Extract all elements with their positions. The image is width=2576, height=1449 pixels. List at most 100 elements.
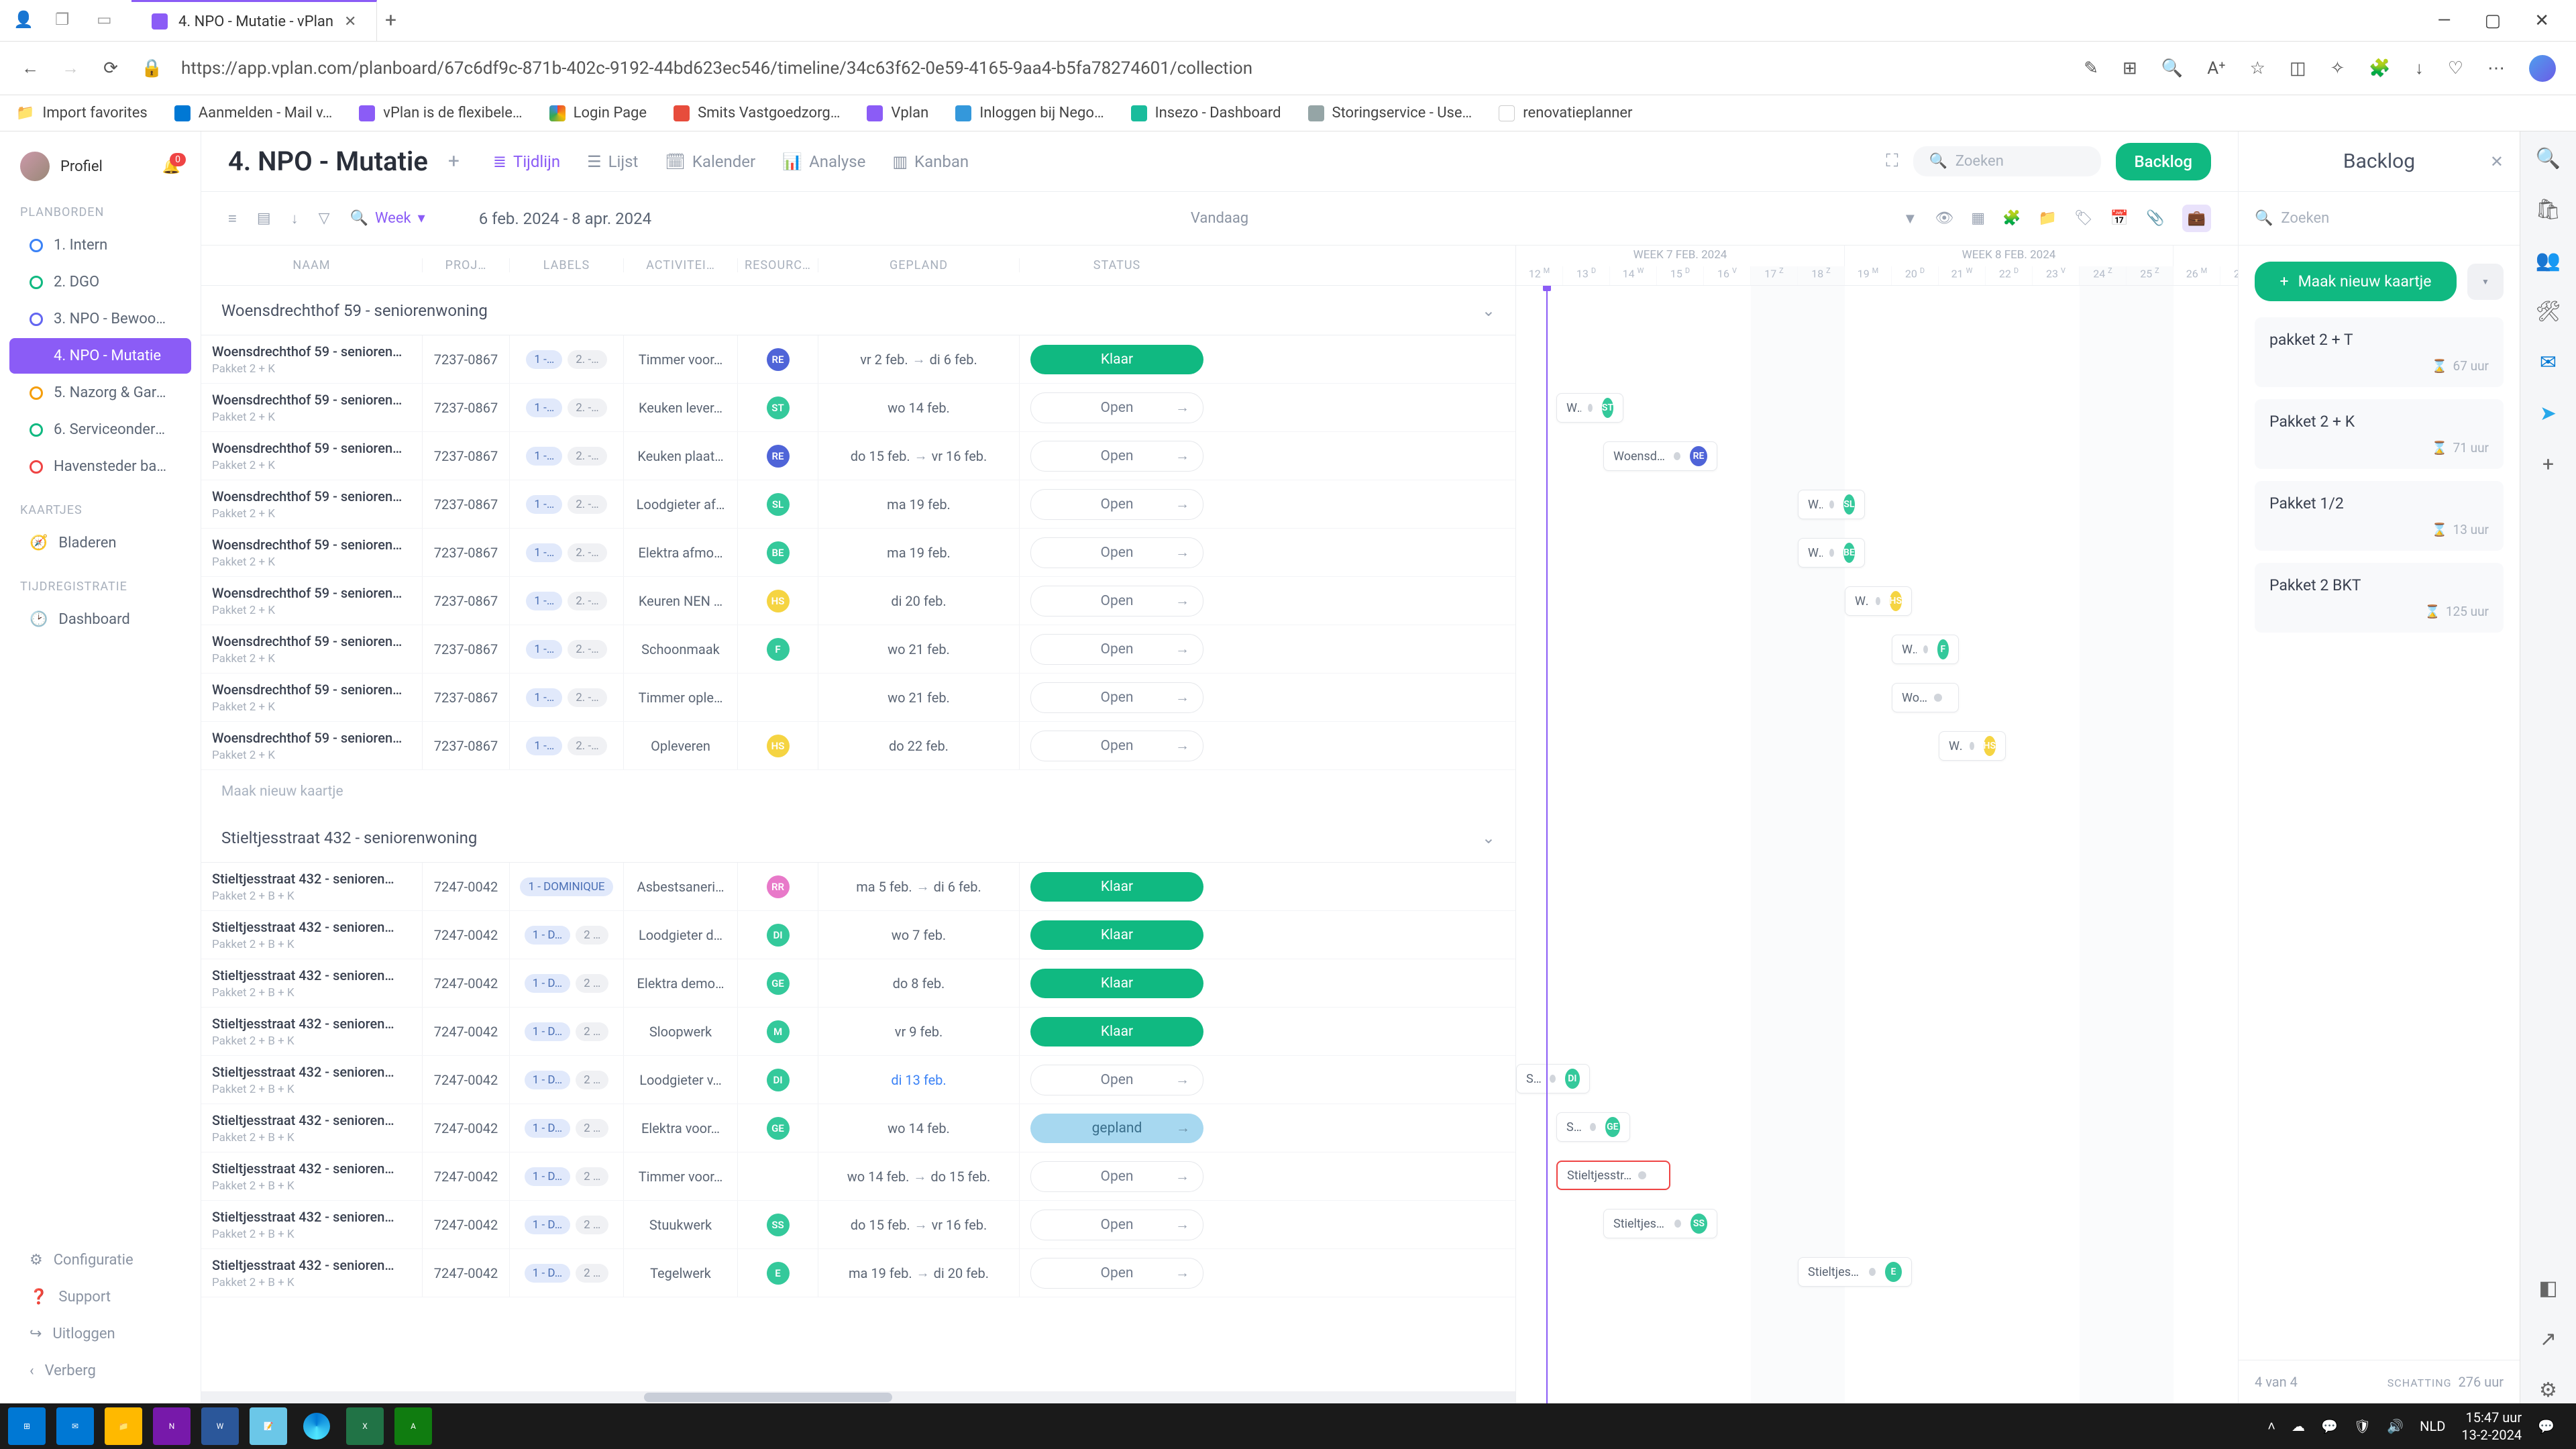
label-pill[interactable]: 1 -…: [526, 447, 562, 466]
timeline-row[interactable]: [1516, 958, 2238, 1006]
status-open[interactable]: Open→: [1030, 682, 1203, 713]
card-row[interactable]: Woensdrechthof 59 - senioren…Pakket 2 + …: [201, 335, 1515, 384]
card-row[interactable]: Stieltjesstraat 432 - senioren…Pakket 2 …: [201, 1056, 1515, 1104]
sidebar-item-support[interactable]: ❓Support: [9, 1279, 191, 1315]
view-lijst[interactable]: ☰Lijst: [587, 152, 638, 171]
browser-tab[interactable]: 4. NPO - Mutatie - vPlan ✕: [131, 0, 377, 41]
timeline-row[interactable]: [1516, 910, 2238, 958]
tray-expand[interactable]: ˄: [2267, 1418, 2275, 1435]
timeline-card[interactable]: Stieltjesstr…: [1556, 1161, 1670, 1190]
layers-icon[interactable]: ▤: [257, 210, 271, 227]
explorer-app[interactable]: 📁: [105, 1407, 142, 1445]
resource-avatar[interactable]: HS: [1984, 736, 1996, 756]
resource-avatar[interactable]: ST: [767, 396, 790, 419]
label-pill[interactable]: 1 -…: [526, 495, 562, 514]
new-card-link[interactable]: Maak nieuw kaartje: [201, 770, 1515, 813]
timeline-card[interactable]: Wo…F: [1892, 635, 1959, 664]
sidebar-item-bladeren[interactable]: 🧭Bladeren: [9, 525, 191, 561]
sidebar-board-item[interactable]: Havensteder basis…: [9, 449, 191, 484]
date-range[interactable]: 6 feb. 2024 - 8 apr. 2024: [479, 209, 651, 228]
maximize-button[interactable]: ▢: [2485, 11, 2502, 31]
status-open[interactable]: Open→: [1030, 634, 1203, 665]
minimize-button[interactable]: —: [2437, 11, 2451, 31]
eye-icon[interactable]: 👁: [1935, 210, 1953, 227]
extensions-icon[interactable]: 🧩: [2369, 58, 2390, 78]
word-app[interactable]: W: [201, 1407, 239, 1445]
status-open[interactable]: Open→: [1030, 1161, 1203, 1192]
panel-icon[interactable]: ▭: [97, 10, 118, 32]
calendar-icon[interactable]: 📅: [2110, 210, 2129, 227]
label-pill[interactable]: 1 -…: [526, 640, 562, 659]
label-pill[interactable]: 2 …: [576, 1264, 608, 1283]
workspaces-icon[interactable]: ❐: [55, 10, 76, 32]
status-klaar[interactable]: Klaar: [1030, 920, 1203, 950]
resource-avatar[interactable]: E: [1885, 1262, 1902, 1282]
resource-avatar[interactable]: DI: [767, 1069, 790, 1091]
timeline-card[interactable]: Woensdre…RE: [1603, 441, 1717, 471]
label-pill[interactable]: 2. -…: [568, 688, 606, 707]
timeline-row[interactable]: Wo…BE: [1516, 529, 2238, 577]
resource-avatar[interactable]: M: [767, 1020, 790, 1043]
backlog-card[interactable]: Pakket 2 + K⌛71 uur: [2255, 399, 2504, 469]
add-view-button[interactable]: +: [448, 150, 460, 173]
label-pill[interactable]: 2 …: [576, 1216, 608, 1234]
close-window-button[interactable]: ✕: [2534, 11, 2549, 31]
label-pill[interactable]: 1 -…: [526, 688, 562, 707]
list-toggle-icon[interactable]: ≡: [228, 210, 237, 227]
label-pill[interactable]: 2. -…: [568, 543, 606, 562]
view-tijdlijn[interactable]: ≣Tijdlijn: [493, 152, 560, 171]
settings-icon[interactable]: ⚙: [2535, 1377, 2562, 1403]
label-pill[interactable]: 2 …: [576, 1071, 608, 1089]
card-row[interactable]: Stieltjesstraat 432 - senioren…Pakket 2 …: [201, 1249, 1515, 1297]
label-pill[interactable]: 2 …: [576, 1119, 608, 1138]
timeline-card[interactable]: Sti…DI: [1516, 1064, 1590, 1093]
timeline-row[interactable]: Sti…DI: [1516, 1055, 2238, 1103]
sidebar-item-dashboard[interactable]: 🕑Dashboard: [9, 602, 191, 637]
filter-icon[interactable]: ▽: [319, 210, 330, 227]
resource-avatar[interactable]: GE: [767, 972, 790, 995]
label-pill[interactable]: 1 -…: [526, 398, 562, 417]
label-pill[interactable]: 2 …: [576, 1167, 608, 1186]
label-pill[interactable]: 2. -…: [568, 737, 606, 755]
outlook-icon[interactable]: ✉: [2535, 349, 2562, 376]
site-info-icon[interactable]: 🔒: [141, 58, 161, 78]
sidebar-board-item[interactable]: 2. DGO: [9, 264, 191, 300]
group-header[interactable]: Woensdrechthof 59 - seniorenwoning⌄: [201, 286, 1515, 335]
notes-app[interactable]: 📝: [250, 1407, 287, 1445]
timeline-card[interactable]: Wo…HS: [1939, 731, 2006, 761]
backlog-filter-button[interactable]: ▼: [2467, 264, 2504, 300]
view-kanban[interactable]: ▥Kanban: [892, 152, 969, 171]
timeline-row[interactable]: [1516, 1006, 2238, 1055]
resource-avatar[interactable]: GE: [767, 1117, 790, 1140]
label-pill[interactable]: 2. -…: [568, 350, 606, 369]
card-row[interactable]: Stieltjesstraat 432 - senioren…Pakket 2 …: [201, 1201, 1515, 1249]
label-pill[interactable]: 1 - D…: [525, 974, 570, 993]
status-open[interactable]: Open→: [1030, 731, 1203, 761]
label-pill[interactable]: 1 - D…: [525, 1071, 570, 1089]
menu-icon[interactable]: ⋯: [2487, 58, 2505, 78]
timeline-row[interactable]: Wo…HS: [1516, 722, 2238, 770]
timeline-card[interactable]: Wo…SL: [1798, 490, 1865, 519]
status-open[interactable]: Open→: [1030, 392, 1203, 423]
taskbar-clock[interactable]: 15:47 uur 13-2-2024: [2461, 1409, 2522, 1444]
status-open[interactable]: Open→: [1030, 537, 1203, 568]
timeline-row[interactable]: Stieltjesstr…: [1516, 1151, 2238, 1199]
sidebar-collapse[interactable]: ‹Verberg: [9, 1353, 191, 1389]
label-pill[interactable]: 2. -…: [568, 495, 606, 514]
card-row[interactable]: Stieltjesstraat 432 - senioren…Pakket 2 …: [201, 959, 1515, 1008]
backlog-button[interactable]: Backlog: [2116, 143, 2211, 180]
col-status[interactable]: STATUS: [1020, 258, 1214, 272]
label-pill[interactable]: 1 -…: [526, 592, 562, 610]
resource-avatar[interactable]: F: [1937, 639, 1949, 659]
timeline-row[interactable]: Stieltjesstr…SS: [1516, 1199, 2238, 1248]
start-button[interactable]: ⊞: [8, 1407, 46, 1445]
performance-icon[interactable]: ♡: [2448, 58, 2463, 78]
card-row[interactable]: Woensdrechthof 59 - senioren…Pakket 2 + …: [201, 625, 1515, 674]
label-pill[interactable]: 2 …: [576, 1022, 608, 1041]
send-icon[interactable]: ➤: [2535, 400, 2562, 427]
col-labels[interactable]: LABELS: [510, 258, 624, 272]
backlog-card[interactable]: pakket 2 + T⌛67 uur: [2255, 317, 2504, 387]
plus-icon[interactable]: +: [2535, 451, 2562, 478]
timeline-row[interactable]: Sti…GE: [1516, 1103, 2238, 1151]
resource-avatar[interactable]: SL: [767, 493, 790, 516]
